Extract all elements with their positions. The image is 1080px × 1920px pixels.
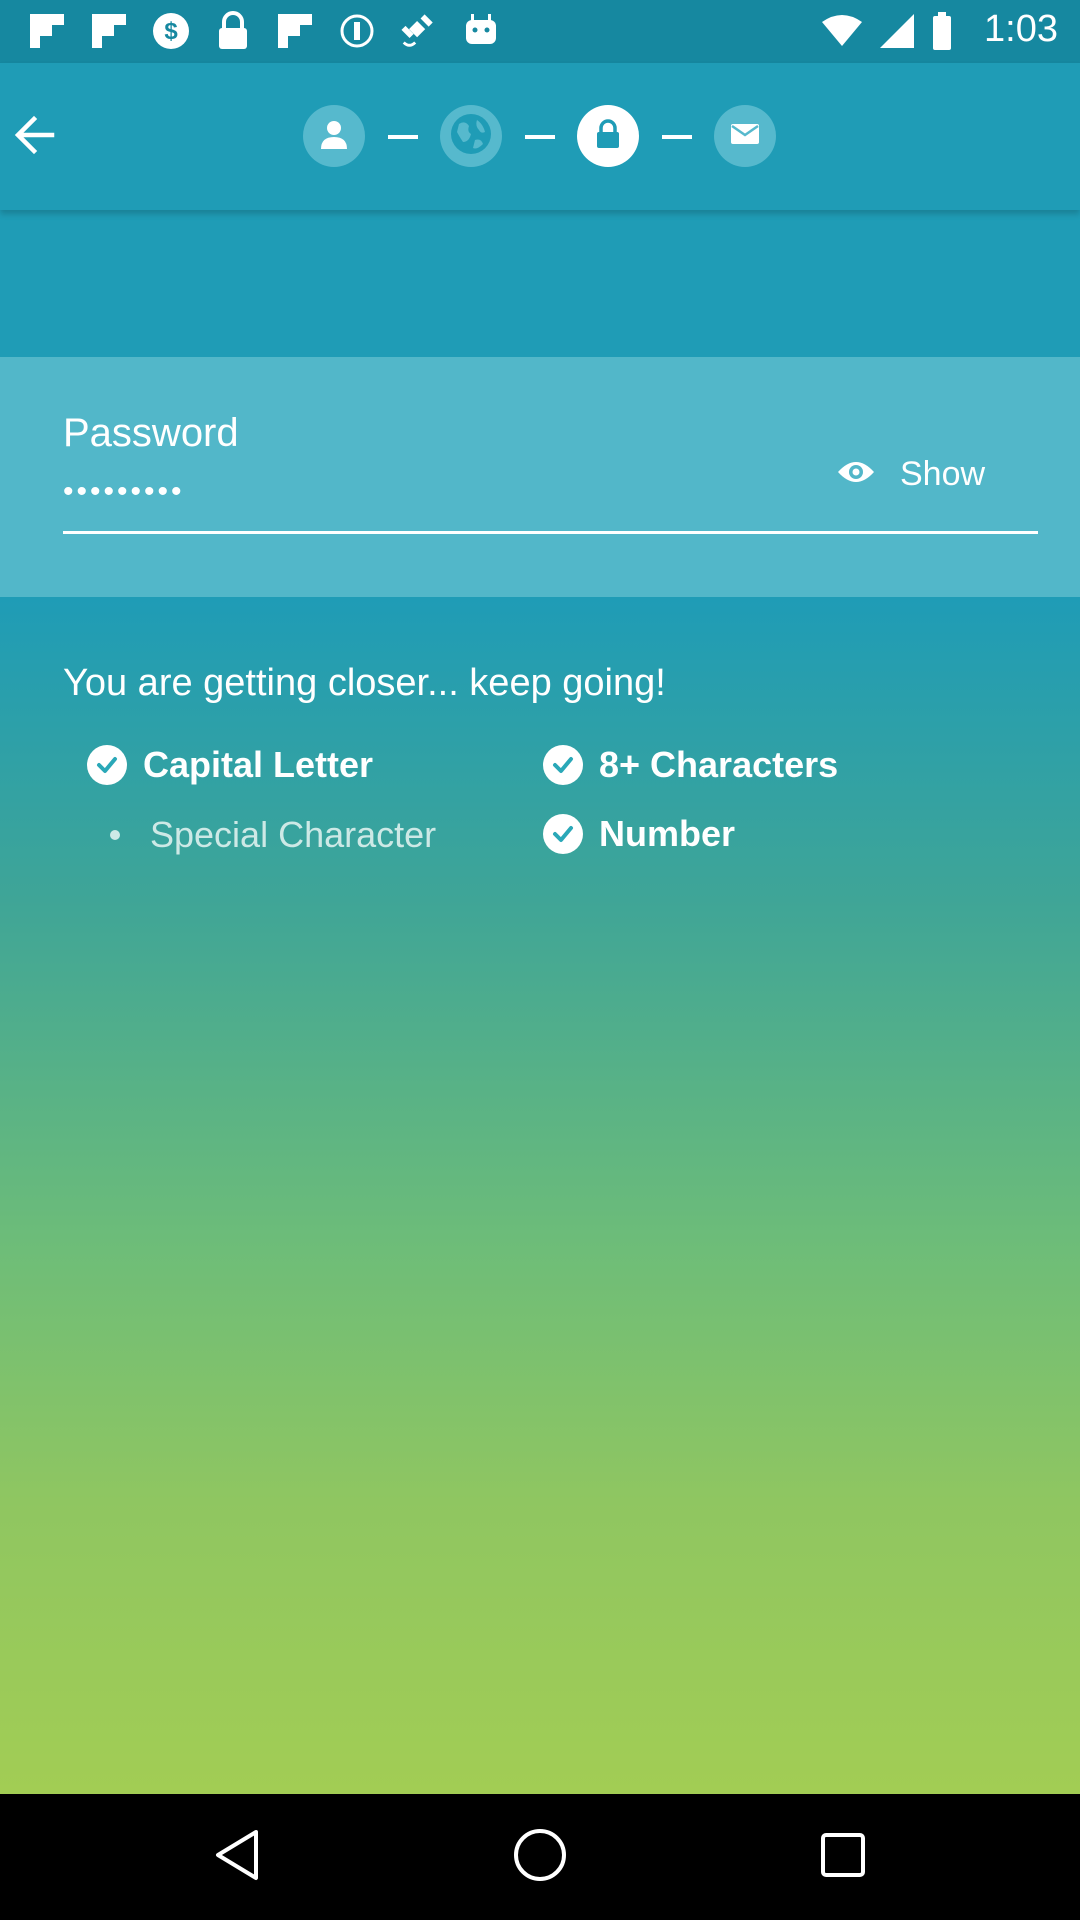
step-email[interactable] [714, 105, 776, 167]
requirement-label: Special Character [150, 814, 437, 855]
info-icon [336, 10, 378, 52]
step-connector [662, 135, 692, 139]
back-button[interactable] [6, 109, 62, 165]
requirements-heading: You are getting closer... keep going! [63, 662, 666, 704]
battery-icon [932, 12, 952, 55]
step-location[interactable] [440, 105, 502, 167]
requirement-special-character: Special Character [110, 814, 436, 856]
bullet-icon [110, 830, 120, 840]
circle-home-icon [512, 1827, 568, 1888]
requirement-label: Capital Letter [143, 744, 374, 785]
notification-icons: $ [26, 10, 502, 52]
eye-icon [836, 458, 876, 491]
signup-screen: $ 1:03 Password ••••••••• Show You are g… [0, 0, 1080, 1794]
requirement-label: Number [599, 813, 736, 854]
requirement-length: 8+ Characters [543, 744, 838, 786]
flipboard-icon [274, 10, 316, 52]
nav-home-button[interactable] [507, 1824, 573, 1890]
arrow-left-icon [12, 113, 56, 162]
password-label: Password [63, 411, 239, 455]
navigation-bar [0, 1794, 1080, 1920]
svg-text:$: $ [164, 18, 178, 45]
status-time: 1:03 [984, 8, 1058, 50]
android-icon [460, 10, 502, 52]
wifi-icon [822, 14, 862, 53]
check-icon [543, 814, 583, 854]
show-password-toggle[interactable]: Show [836, 455, 985, 494]
step-connector [388, 135, 418, 139]
status-bar: $ 1:03 [0, 0, 1080, 63]
lock-icon [212, 10, 254, 52]
check-icon [543, 745, 583, 785]
toolbar [0, 63, 1080, 210]
flipboard-icon [26, 10, 68, 52]
check-icon [87, 745, 127, 785]
password-input[interactable]: ••••••••• [63, 475, 185, 509]
requirement-label: 8+ Characters [599, 744, 839, 785]
nav-back-button[interactable] [204, 1824, 270, 1890]
globe-icon [449, 112, 493, 161]
requirement-number: Number [543, 813, 735, 855]
triangle-back-icon [212, 1828, 262, 1887]
password-panel: Password ••••••••• Show [0, 357, 1080, 597]
system-status-icons [822, 12, 952, 55]
step-connector [525, 135, 555, 139]
signal-icon [880, 14, 914, 53]
fake-gps-icon [398, 10, 440, 52]
flipboard-icon [88, 10, 130, 52]
step-profile[interactable] [303, 105, 365, 167]
dollar-icon: $ [150, 10, 192, 52]
password-underline [63, 531, 1038, 534]
requirement-capital-letter: Capital Letter [87, 744, 373, 786]
person-icon [319, 119, 349, 154]
lock-icon [595, 118, 621, 154]
nav-recents-button[interactable] [810, 1824, 876, 1890]
mail-icon [730, 122, 760, 151]
square-recents-icon [819, 1831, 867, 1884]
show-password-label: Show [900, 455, 986, 493]
step-password[interactable] [577, 105, 639, 167]
